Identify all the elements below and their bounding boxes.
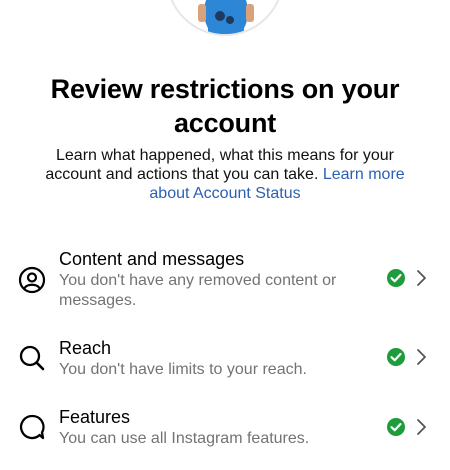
row-title: Reach <box>59 338 112 358</box>
person-circle-icon <box>17 265 47 295</box>
restriction-row-features[interactable]: Features You can use all Instagram featu… <box>0 405 450 469</box>
profile-photo <box>168 0 282 34</box>
row-title: Features <box>59 407 131 427</box>
chevron-right-icon <box>414 417 428 437</box>
page-title: Review restrictions on your account <box>50 74 400 138</box>
restriction-row-content-and-messages[interactable]: Content and messages You don't have any … <box>0 247 450 311</box>
avatar <box>166 0 284 36</box>
row-description: You don't have any removed content or me… <box>59 272 337 309</box>
row-description: You can use all Instagram features. <box>59 430 310 447</box>
speech-bubble-icon <box>17 412 47 442</box>
check-circle-icon <box>386 347 406 367</box>
row-description: You don't have limits to your reach. <box>59 361 307 378</box>
account-status-page: Review restrictions on your account Lear… <box>0 0 450 470</box>
chevron-right-icon <box>414 347 428 367</box>
search-icon <box>17 343 47 373</box>
page-subtitle: Learn what happened, what this means for… <box>30 146 420 203</box>
restriction-row-reach[interactable]: Reach You don't have limits to your reac… <box>0 336 450 400</box>
check-circle-icon <box>386 417 406 437</box>
check-circle-icon <box>386 268 406 288</box>
row-title: Content and messages <box>59 249 245 269</box>
chevron-right-icon <box>414 268 428 288</box>
